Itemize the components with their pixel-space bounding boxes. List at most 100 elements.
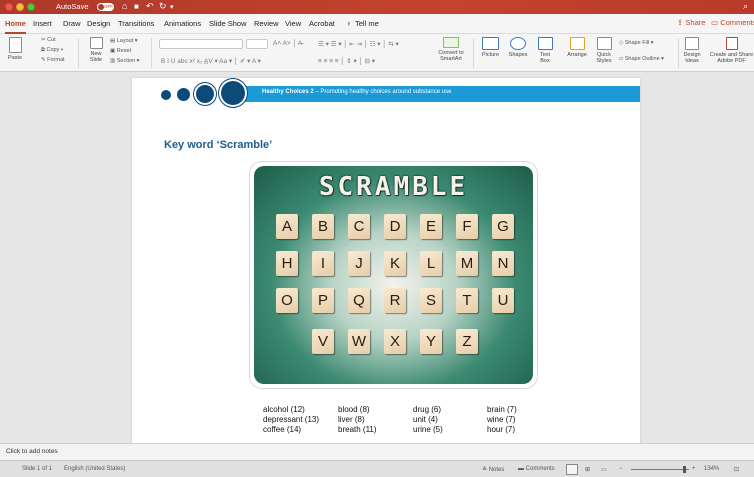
quick-styles-icon bbox=[596, 37, 612, 50]
tab-transitions[interactable]: Transitions bbox=[118, 19, 154, 28]
tab-draw[interactable]: Draw bbox=[63, 19, 81, 28]
new-slide-button[interactable]: New Slide bbox=[86, 37, 106, 64]
chevron-down-icon[interactable]: ▾ bbox=[170, 3, 174, 11]
paragraph-align-buttons[interactable]: ≡ ≡ ≡ ≡ │ ⇕ ▾ │ ⊟ ▾ bbox=[318, 57, 375, 65]
slide-counter: Slide 1 of 1 bbox=[22, 466, 53, 472]
letter-tile: H bbox=[276, 251, 298, 276]
format-painter-button[interactable]: ✎ Format bbox=[41, 57, 65, 63]
decor-dot bbox=[196, 85, 214, 103]
letter-tile: L bbox=[420, 251, 442, 276]
banner-subtitle: – Promoting healthy choices around subst… bbox=[313, 89, 452, 95]
arrange-label: Arrange bbox=[567, 52, 587, 58]
section-button[interactable]: ▥ Section ▾ bbox=[110, 58, 139, 64]
tab-home[interactable]: Home bbox=[5, 19, 26, 34]
font-size-buttons[interactable]: A˄ A˅ │ A̶ bbox=[273, 40, 302, 47]
letter-tile: J bbox=[348, 251, 370, 276]
letter-tile: S bbox=[420, 288, 442, 313]
text-box-icon bbox=[537, 37, 553, 50]
notes-status-label: Notes bbox=[488, 467, 505, 473]
comment-icon: ▭ bbox=[711, 18, 719, 27]
redo-icon[interactable]: ↻ bbox=[159, 1, 167, 12]
save-icon[interactable]: ■ bbox=[134, 2, 139, 11]
reset-button[interactable]: ▣ Reset bbox=[110, 48, 131, 54]
arrange-icon bbox=[569, 37, 585, 50]
paste-button[interactable]: Paste bbox=[4, 37, 26, 61]
shapes-icon bbox=[510, 37, 526, 50]
letter-tile: V bbox=[312, 329, 334, 354]
comments-status-label: Comments bbox=[525, 466, 555, 472]
letter-tile: Y bbox=[420, 329, 442, 354]
tab-view[interactable]: View bbox=[285, 19, 301, 28]
letter-tile: R bbox=[384, 288, 406, 313]
letter-tile: I bbox=[312, 251, 334, 276]
shapes-button[interactable]: Shapes bbox=[506, 37, 530, 58]
comments-toggle[interactable]: ▬ Comments bbox=[518, 466, 555, 472]
banner-text: Healthy Choices 2 – Promoting healthy ch… bbox=[262, 89, 451, 95]
home-icon[interactable]: ⌂ bbox=[122, 1, 127, 11]
layout-label: Layout bbox=[116, 38, 134, 44]
text-box-label: Text bbox=[539, 52, 551, 58]
tab-acrobat[interactable]: Acrobat bbox=[309, 19, 335, 28]
tab-animations[interactable]: Animations bbox=[164, 19, 201, 28]
decor-dot bbox=[177, 88, 190, 101]
copy-button[interactable]: ⧉ Copy ▾ bbox=[41, 47, 63, 54]
autosave-toggle[interactable]: OFF bbox=[97, 3, 114, 11]
design-ideas-button[interactable]: Design Ideas bbox=[681, 37, 703, 65]
notes-toggle[interactable]: ≙ Notes bbox=[482, 466, 504, 473]
shape-fill-button[interactable]: ◇ Shape Fill ▾ bbox=[619, 40, 654, 46]
minimize-window-button[interactable] bbox=[16, 3, 24, 11]
slide-sorter-icon[interactable]: ⊞ bbox=[585, 466, 590, 473]
zoom-in-button[interactable]: + bbox=[692, 466, 696, 472]
letter-tile: M bbox=[456, 251, 478, 276]
scramble-board: SCRAMBLE ABCDEFG HIJKLMN OPQRSTU VWXYZ bbox=[254, 166, 533, 384]
convert-smartart-button[interactable]: Convert to SmartArt bbox=[436, 37, 466, 63]
tell-me-input[interactable]: Tell me bbox=[355, 19, 379, 28]
search-icon[interactable]: ⌕ bbox=[743, 1, 748, 12]
ribbon-divider bbox=[151, 38, 152, 68]
letter-tile: A bbox=[276, 214, 298, 239]
text-format-buttons[interactable]: B I U abc x² x₂ A̲V ▾ Aa ▾ │ ✐ ▾ A ▾ bbox=[161, 57, 261, 65]
font-size-select[interactable] bbox=[246, 39, 268, 49]
comments-button[interactable]: ▭ Comments bbox=[711, 18, 754, 27]
list-buttons[interactable]: ☰ ▾ ☰ ▾ │ ⇤ ⇥ │ ☷ ▾ │ ⇆ ▾ bbox=[318, 40, 399, 48]
picture-button[interactable]: Picture bbox=[478, 37, 503, 58]
quick-styles-button[interactable]: Quick Styles bbox=[592, 37, 616, 65]
arrange-button[interactable]: Arrange bbox=[563, 37, 591, 58]
tab-slide-show[interactable]: Slide Show bbox=[209, 19, 247, 28]
normal-view-button[interactable] bbox=[566, 464, 578, 475]
tab-review[interactable]: Review bbox=[254, 19, 279, 28]
language-status[interactable]: English (United States) bbox=[64, 466, 125, 472]
quick-styles-label: Quick bbox=[596, 52, 612, 58]
word-column: alcohol (12) depressant (13) coffee (14) bbox=[263, 405, 343, 435]
shape-outline-button[interactable]: ▱ Shape Outline ▾ bbox=[619, 56, 664, 62]
tab-design[interactable]: Design bbox=[87, 19, 110, 28]
banner-title: Healthy Choices 2 bbox=[262, 89, 314, 95]
paste-label: Paste bbox=[7, 55, 23, 61]
create-adobe-pdf-button[interactable]: Create and Share Adobe PDF bbox=[709, 37, 754, 65]
undo-icon[interactable]: ↶ bbox=[146, 1, 154, 12]
fit-to-window-icon[interactable]: ⊡ bbox=[734, 466, 739, 473]
zoom-out-button[interactable]: − bbox=[619, 466, 623, 472]
zoom-slider[interactable] bbox=[631, 469, 689, 470]
close-window-button[interactable] bbox=[5, 3, 13, 11]
share-button[interactable]: ⇪ Share bbox=[677, 18, 705, 27]
smartart-icon bbox=[443, 37, 459, 48]
maximize-window-button[interactable] bbox=[27, 3, 35, 11]
reading-view-icon[interactable]: ▭ bbox=[601, 466, 607, 473]
font-family-select[interactable] bbox=[159, 39, 243, 49]
tab-insert[interactable]: Insert bbox=[33, 19, 52, 28]
cut-button[interactable]: ✂ Cut bbox=[41, 37, 56, 43]
text-box-button[interactable]: Text Box bbox=[534, 37, 556, 65]
zoom-level[interactable]: 134% bbox=[704, 466, 719, 472]
text-box-label-2: Box bbox=[540, 58, 550, 65]
notes-placeholder: Click to add notes bbox=[6, 448, 58, 455]
layout-button[interactable]: ▤ Layout ▾ bbox=[110, 38, 138, 44]
letter-tile: O bbox=[276, 288, 298, 313]
zoom-slider-handle[interactable] bbox=[683, 466, 686, 473]
title-bar: AutoSave OFF ⌂ ■ ↶ ↻ ▾ ⌕ bbox=[0, 0, 754, 14]
notes-pane[interactable]: Click to add notes bbox=[0, 443, 754, 460]
slide-header-banner: Healthy Choices 2 – Promoting healthy ch… bbox=[236, 86, 640, 102]
decor-dot bbox=[221, 81, 245, 105]
slide-canvas[interactable]: Healthy Choices 2 – Promoting healthy ch… bbox=[132, 78, 640, 448]
ribbon-divider bbox=[78, 38, 79, 68]
